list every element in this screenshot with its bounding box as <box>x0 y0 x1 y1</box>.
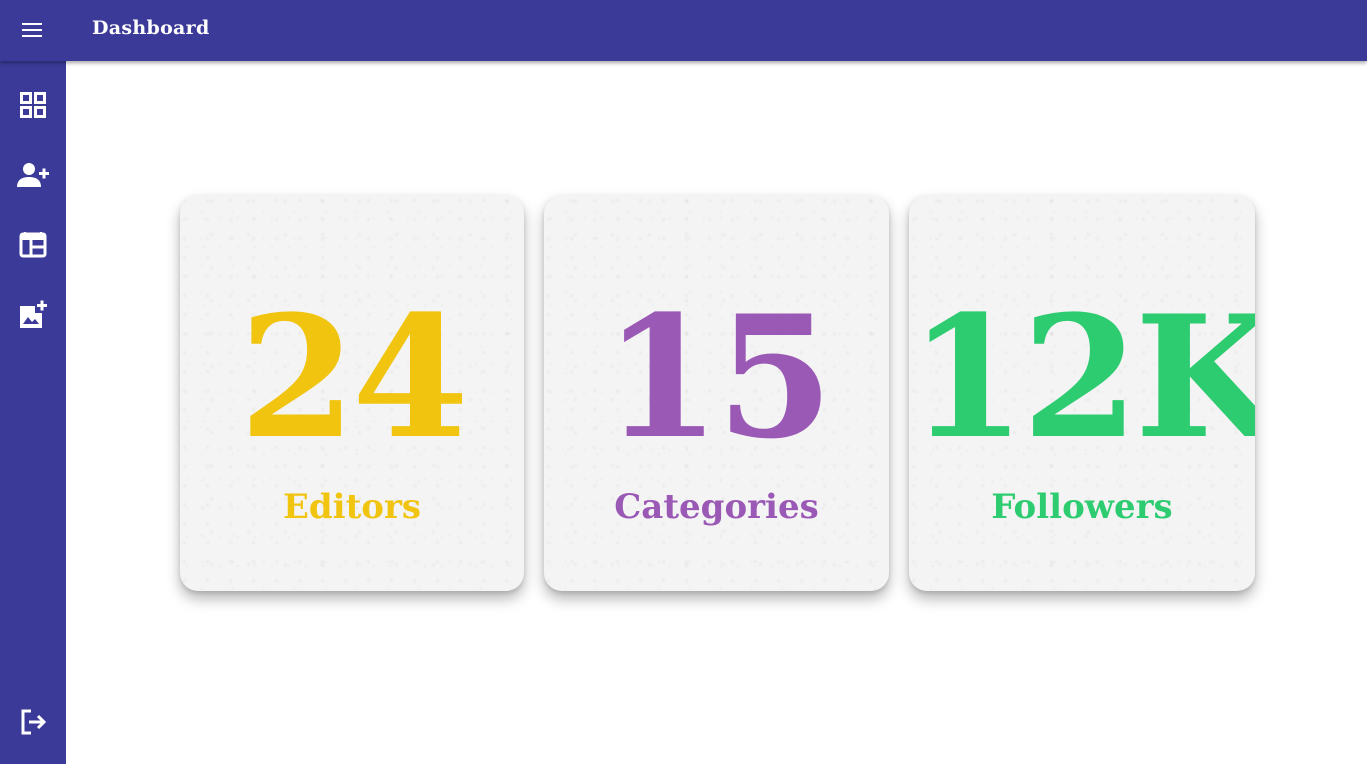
logout-icon <box>21 709 47 735</box>
person-add-icon <box>17 163 49 187</box>
grid-icon <box>20 92 46 118</box>
add-photo-icon <box>20 300 47 328</box>
stat-label: Followers <box>991 487 1173 527</box>
stat-card-followers: 12K Followers <box>909 195 1255 591</box>
stat-label: Editors <box>282 487 422 527</box>
sidebar-item-add-photo[interactable] <box>13 295 53 335</box>
stat-label: Categories <box>614 487 819 527</box>
web-layout-icon <box>19 232 47 258</box>
top-app-bar: Dashboard <box>0 0 1367 61</box>
sidebar-item-dashboard[interactable] <box>13 85 53 125</box>
sidebar-item-add-user[interactable] <box>13 155 53 195</box>
stat-card-categories: 15 Categories <box>544 195 889 591</box>
stat-value: 12K <box>909 278 1255 476</box>
logout-button[interactable] <box>13 702 53 742</box>
page-title: Dashboard <box>92 17 210 39</box>
sidebar <box>0 61 66 764</box>
sidebar-item-web-layout[interactable] <box>13 225 53 265</box>
menu-button[interactable] <box>16 15 48 45</box>
stat-card-editors: 24 Editors <box>180 195 524 591</box>
stat-value: 15 <box>603 278 834 476</box>
menu-icon <box>22 23 42 37</box>
stat-value: 24 <box>239 278 469 476</box>
